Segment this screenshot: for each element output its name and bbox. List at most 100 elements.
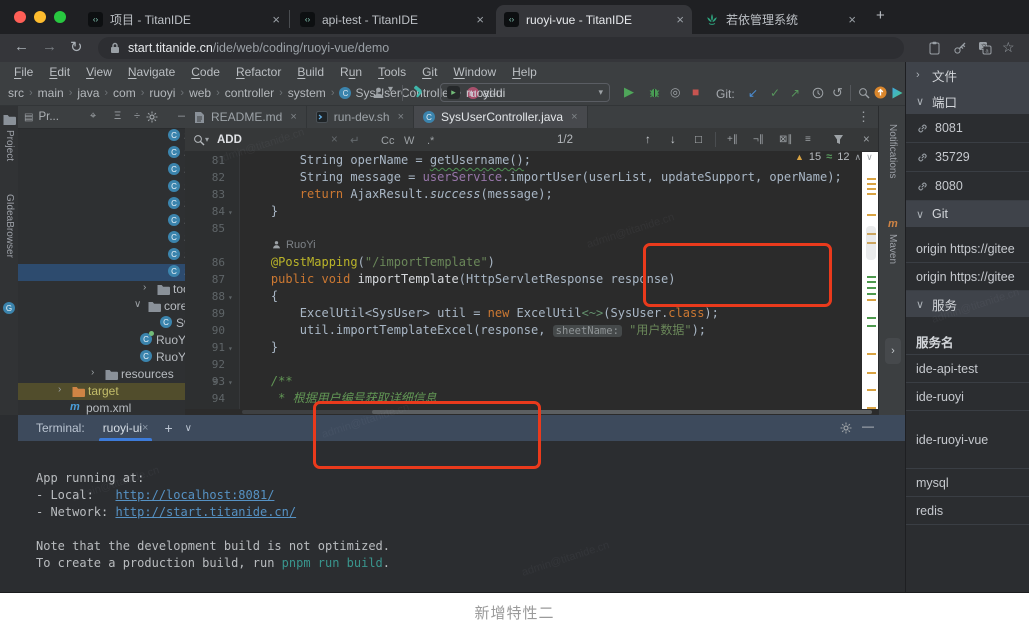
tree-item-RuoYiApp[interactable]: CRuoYiApp	[18, 332, 185, 349]
panel-row-ide-ruoyi[interactable]: ide-ruoyi	[906, 383, 1029, 411]
next-problem-icon[interactable]: ∨	[866, 152, 873, 163]
git-update-icon[interactable]: ↙	[748, 86, 758, 100]
panel-section-Git[interactable]: ∨Git	[906, 201, 1029, 227]
breadcrumb-class[interactable]: SysUserController	[355, 86, 452, 100]
tree-arrow-icon[interactable]: ›	[143, 282, 146, 293]
breadcrumb-item[interactable]: controller	[225, 86, 274, 100]
find-nav-icon[interactable]: □	[695, 128, 702, 151]
find-toggle-.*[interactable]: .*	[423, 128, 438, 153]
git-commit-icon[interactable]: ✓	[770, 86, 780, 100]
coverage-button[interactable]: ◎	[670, 85, 680, 99]
new-terminal-icon[interactable]: +	[164, 420, 172, 436]
history-icon[interactable]	[812, 87, 824, 99]
project-view-title[interactable]: Pr...	[38, 111, 58, 123]
collapsed-panel-handle[interactable]: ›	[885, 338, 901, 364]
collapse-all-icon[interactable]: ÷	[134, 110, 140, 122]
tab-close-icon[interactable]: ×	[290, 111, 296, 123]
terminal-link[interactable]: http://localhost:8081/	[115, 488, 274, 502]
find-filter-icon[interactable]: ⊠∥	[779, 128, 792, 151]
tree-item-pom.xml[interactable]: mpom.xml	[18, 400, 185, 415]
terminal-link[interactable]: http://start.titanide.cn/	[115, 505, 296, 519]
debug-button[interactable]	[648, 86, 661, 99]
expand-all-icon[interactable]: Ξ	[114, 110, 121, 122]
breadcrumb-item[interactable]: src	[8, 86, 24, 100]
tab-close-icon[interactable]: ×	[848, 12, 856, 27]
fold-marker-icon[interactable]: ▾	[228, 340, 233, 357]
find-toggle-Cc[interactable]: Cc	[377, 128, 398, 153]
stop-button[interactable]: ■	[692, 85, 699, 99]
find-nav-icon[interactable]: ↓	[670, 128, 676, 151]
locate-icon[interactable]: ⌖	[90, 110, 96, 123]
tab-close-icon[interactable]: ×	[398, 111, 404, 123]
tab-options-kebab-icon[interactable]: ⋮	[857, 109, 870, 125]
tree-item-S[interactable]: CS	[18, 247, 185, 264]
menu-file[interactable]: File	[6, 65, 41, 79]
filter-funnel-icon[interactable]	[833, 128, 844, 151]
menu-code[interactable]: Code	[183, 65, 228, 79]
tree-item-S[interactable]: CS	[18, 196, 185, 213]
tree-item-S[interactable]: CS	[18, 230, 185, 247]
breadcrumb-item[interactable]: web	[189, 86, 211, 100]
find-filter-icon[interactable]: ≡	[805, 128, 811, 151]
clipboard-icon[interactable]	[928, 41, 941, 55]
tree-arrow-icon[interactable]: ›	[58, 384, 61, 395]
editor-tab-README.md[interactable]: README.md×	[185, 106, 307, 128]
tree-item-core.c[interactable]: ∨core.c	[18, 298, 185, 315]
editor-scrollbar-thumb[interactable]	[866, 226, 876, 260]
user-presence-icon[interactable]	[372, 86, 385, 99]
find-close-icon[interactable]: ×	[863, 128, 870, 151]
find-filter-icon[interactable]: ¬∥	[753, 128, 764, 151]
project-stripe-icon[interactable]	[3, 114, 16, 125]
traffic-light-zoom[interactable]	[54, 11, 66, 23]
terminal-minimize-icon[interactable]: —	[862, 419, 874, 433]
tree-item-RuoYiSer[interactable]: CRuoYiSer	[18, 349, 185, 366]
warning-count[interactable]: 15	[809, 151, 821, 163]
git-push-icon[interactable]: ↗	[790, 86, 800, 100]
project-settings-icon[interactable]	[146, 111, 158, 123]
new-tab-button[interactable]: +	[876, 7, 885, 24]
tree-item-Swa[interactable]: CSwa	[18, 315, 185, 332]
inspections-widget[interactable]: ▲15≈12∧∨	[795, 149, 873, 165]
tab-close-icon[interactable]: ×	[676, 12, 684, 27]
tree-item-S[interactable]: CS	[18, 162, 185, 179]
tree-arrow-icon[interactable]: ›	[91, 367, 94, 378]
rollback-icon[interactable]: ↺	[832, 85, 843, 101]
panel-row-origin https://gitee[interactable]: origin https://gitee	[906, 235, 1029, 263]
key-icon[interactable]	[953, 41, 967, 55]
fold-marker-icon[interactable]: ▾	[228, 204, 233, 221]
panel-row-服务名[interactable]: 服务名	[906, 329, 1029, 355]
panel-row-ide-ruoyi-vue[interactable]: ide-ruoyi-vue	[906, 411, 1029, 469]
find-history-icon[interactable]: ▾	[205, 128, 209, 151]
panel-row-35729[interactable]: 35729	[906, 143, 1029, 172]
stripe-notifications-label[interactable]: Notifications	[887, 124, 898, 178]
search-everywhere-icon[interactable]	[858, 87, 870, 99]
user-dropdown-icon[interactable]: ▾	[388, 84, 393, 95]
find-toggle-W[interactable]: W	[400, 128, 418, 153]
tree-item-resources[interactable]: ›resources	[18, 366, 185, 383]
run-config-selector[interactable]: ▸ruoyi-ui▾	[440, 83, 610, 102]
panel-section-端口[interactable]: ∨端口	[906, 88, 1029, 114]
terminal-dropdown-icon[interactable]: ∨	[185, 423, 192, 434]
bookmark-star-icon[interactable]: ☆	[1002, 39, 1015, 56]
traffic-light-close[interactable]	[14, 11, 26, 23]
tree-item-S[interactable]: CS	[18, 213, 185, 230]
run-button[interactable]: ▶	[624, 84, 634, 100]
author-hint[interactable]: RuoYi	[270, 237, 316, 254]
titanide-logo-icon[interactable]	[890, 86, 904, 100]
update-available-icon[interactable]	[874, 86, 887, 99]
stripe-gideabrowser-label[interactable]: GIdeaBrowser	[4, 194, 15, 258]
panel-row-8080[interactable]: 8080	[906, 172, 1029, 201]
tree-item-S[interactable]: CS	[18, 128, 185, 145]
build-hammer-icon[interactable]	[412, 85, 426, 99]
tree-item-S[interactable]: CS	[18, 179, 185, 196]
traffic-light-minimize[interactable]	[34, 11, 46, 23]
tree-item-S[interactable]: CS	[18, 145, 185, 162]
browser-tab[interactable]: ‹›项目 - TitanIDE×	[80, 5, 288, 34]
menu-help[interactable]: Help	[504, 65, 545, 79]
panel-row-8081[interactable]: 8081	[906, 114, 1029, 143]
tab-close-icon[interactable]: ×	[571, 111, 577, 123]
menu-edit[interactable]: Edit	[41, 65, 78, 79]
prev-problem-icon[interactable]: ∧	[854, 152, 861, 163]
terminal-tab-close-icon[interactable]: ×	[142, 422, 148, 434]
stripe-project-label[interactable]: Project	[4, 130, 15, 161]
